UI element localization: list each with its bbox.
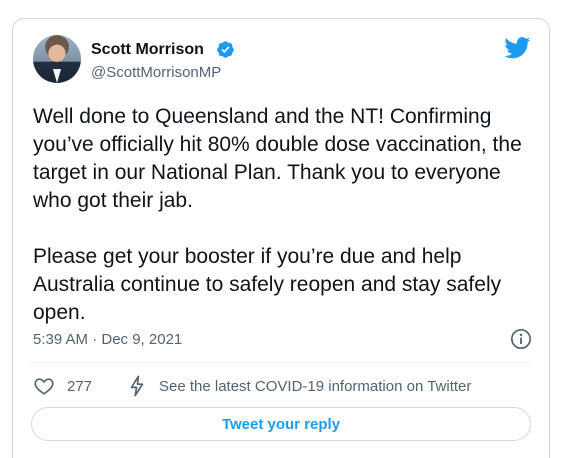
avatar[interactable] [33, 35, 81, 83]
divider [29, 362, 533, 363]
lightning-bolt-icon [130, 375, 144, 397]
heart-icon[interactable] [33, 375, 55, 397]
twitter-bird-icon[interactable] [504, 37, 531, 59]
tweet-text: Well done to Queensland and the NT! Conf… [33, 105, 522, 324]
covid-info-link[interactable]: See the latest COVID-19 information on T… [159, 378, 471, 395]
tweet-card: Scott Morrison @ScottMorrisonMP Well don… [12, 18, 550, 458]
tweet-actions: 277 See the latest COVID-19 information … [33, 375, 543, 399]
info-icon[interactable] [510, 328, 532, 350]
verified-badge-icon [217, 41, 234, 58]
tweet-reply-button[interactable]: Tweet your reply [31, 407, 531, 441]
author-name[interactable]: Scott Morrison [91, 41, 204, 59]
like-count[interactable]: 277 [67, 378, 92, 395]
avatar-shirt [53, 69, 61, 83]
author-handle[interactable]: @ScottMorrisonMP [91, 64, 221, 82]
tweet-timestamp[interactable]: 5:39 AM · Dec 9, 2021 [33, 331, 182, 349]
